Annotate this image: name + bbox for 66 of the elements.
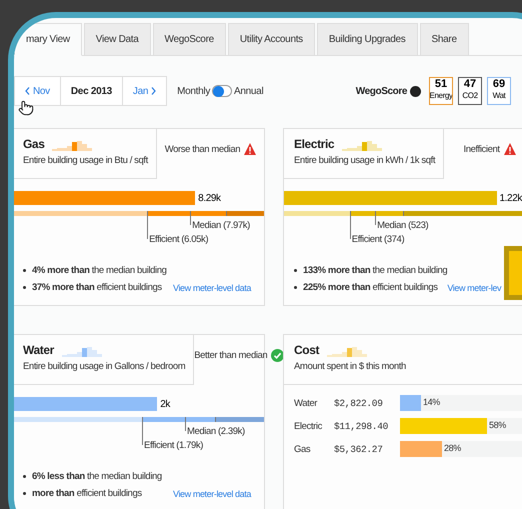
cost-amount: $5,362.27 <box>334 444 384 454</box>
card-subtitle: Entire building usage in Btu / sqft <box>23 155 148 166</box>
cost-label: Gas <box>294 444 312 454</box>
warning-icon <box>504 143 516 155</box>
comparison-text: 133% more than the median building <box>303 265 448 276</box>
tab[interactable]: Building Upgrades <box>316 23 418 55</box>
status-text: Inefficient <box>464 144 500 154</box>
tab[interactable]: WegoScore <box>152 23 226 55</box>
card-subtitle: Entire building usage in Gallons / bedroom <box>23 361 186 372</box>
marker-label: Median (2.39k) <box>187 426 245 437</box>
cost-label: Electric <box>294 420 323 432</box>
sparkline-drawing <box>52 139 92 151</box>
sparkline-drawing <box>342 139 382 151</box>
cost-percent: 14% <box>423 397 440 407</box>
comparison-text: 225% more than efficient buildings <box>303 282 438 293</box>
bullet-dot <box>294 269 297 272</box>
marker-label: Efficient (1.79k) <box>144 440 204 451</box>
bar-value: 2k <box>160 398 170 410</box>
meter-data-link[interactable]: View meter-lev <box>447 283 502 293</box>
tab[interactable]: mary View <box>14 23 82 56</box>
period-switch[interactable] <box>212 85 232 97</box>
toggle-label: Annual <box>234 86 264 96</box>
tab[interactable]: View Data <box>84 23 150 55</box>
cost-amount: $2,822.09 <box>334 398 384 408</box>
marker-label: Efficient (6.05k) <box>149 234 208 245</box>
sparkline-drawing <box>327 345 368 357</box>
comparison-text: more than efficient buildings <box>32 488 142 499</box>
chevron-left-icon <box>25 87 30 95</box>
meter-data-link[interactable]: View meter-level data <box>173 283 251 293</box>
comparison-text: 4% more than the median building <box>32 265 167 276</box>
comparison-text: 6% less than the median building <box>32 471 162 482</box>
cost-amount: $11,298.40 <box>334 420 390 432</box>
status-text: Better than median <box>194 350 268 360</box>
marker-label: Median (523) <box>377 220 428 231</box>
chevron-right-icon <box>151 87 156 95</box>
card-title: Gas <box>23 137 44 151</box>
card-subtitle: Entire building usage in kWh / 1k sqft <box>294 155 436 166</box>
info-icon <box>410 86 421 96</box>
sparkline-drawing <box>62 345 102 357</box>
tab[interactable]: Utility Accounts <box>228 23 315 55</box>
tab[interactable]: Share <box>420 23 469 55</box>
score-tile: 51 Energy <box>429 77 453 105</box>
score-tile: 69 Wat <box>487 77 511 105</box>
bullet-dot <box>23 286 26 289</box>
cost-label: Water <box>294 398 318 408</box>
bullet-dot <box>23 269 26 272</box>
card-title: Electric <box>294 137 334 151</box>
wegoscore-label: WegoScore <box>356 86 407 96</box>
cost-percent: 58% <box>489 420 506 430</box>
score-tile: 47 CO2 <box>458 77 482 105</box>
meter-data-link[interactable]: View meter-level data <box>173 489 251 499</box>
bar-value: 8.29k <box>198 192 221 204</box>
status-text: Worse than median <box>164 144 240 154</box>
cost-percent: 28% <box>444 443 461 453</box>
marker-label: Efficient (374) <box>352 234 404 245</box>
card-title: Cost <box>294 343 320 357</box>
bullet-dot <box>23 475 26 478</box>
bar-value: 1.22k <box>500 192 522 204</box>
marker-label: Median (7.97k) <box>192 220 250 231</box>
card-subtitle: Amount spent in $ this month <box>294 361 407 372</box>
card-title: Water <box>23 343 54 357</box>
bullet-dot <box>294 286 297 289</box>
toggle-label: Monthly <box>177 86 210 96</box>
warning-icon <box>244 143 256 155</box>
comparison-text: 37% more than efficient buildings <box>32 282 162 293</box>
bullet-dot <box>23 492 26 495</box>
